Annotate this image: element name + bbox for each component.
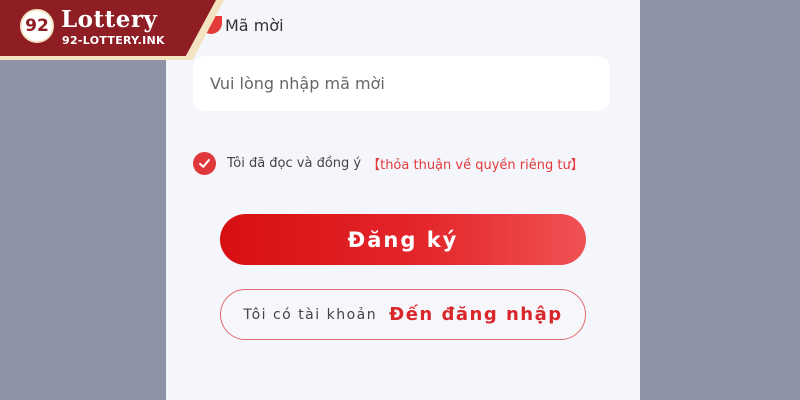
agree-checkbox[interactable]	[193, 151, 216, 175]
privacy-agreement-row: Tôi đã đọc và đồng ý 【thỏa thuận về quyề…	[193, 150, 584, 176]
check-icon	[199, 158, 210, 168]
have-account-text: Tôi có tài khoản	[243, 306, 378, 323]
invite-code-input[interactable]	[193, 56, 610, 111]
logo-name: Lottery	[61, 6, 158, 33]
register-button[interactable]: Đăng ký	[220, 214, 586, 265]
logo-emblem-icon: 92	[20, 9, 54, 43]
login-link-text: Đến đăng nhập	[389, 304, 563, 325]
go-to-login-button[interactable]: Tôi có tài khoản Đến đăng nhập	[220, 289, 586, 340]
screen: 92 Lottery 92-LOTTERY.INK Mã mời Tôi đã …	[0, 0, 800, 400]
brand-logo: 92 Lottery 92-LOTTERY.INK	[0, 0, 216, 56]
agree-text: Tôi đã đọc và đồng ý	[227, 155, 362, 171]
privacy-policy-link[interactable]: 【thỏa thuận về quyền riêng tư】	[367, 154, 584, 173]
invite-code-label: Mã mời	[225, 15, 284, 35]
logo-domain: 92-LOTTERY.INK	[62, 34, 165, 47]
